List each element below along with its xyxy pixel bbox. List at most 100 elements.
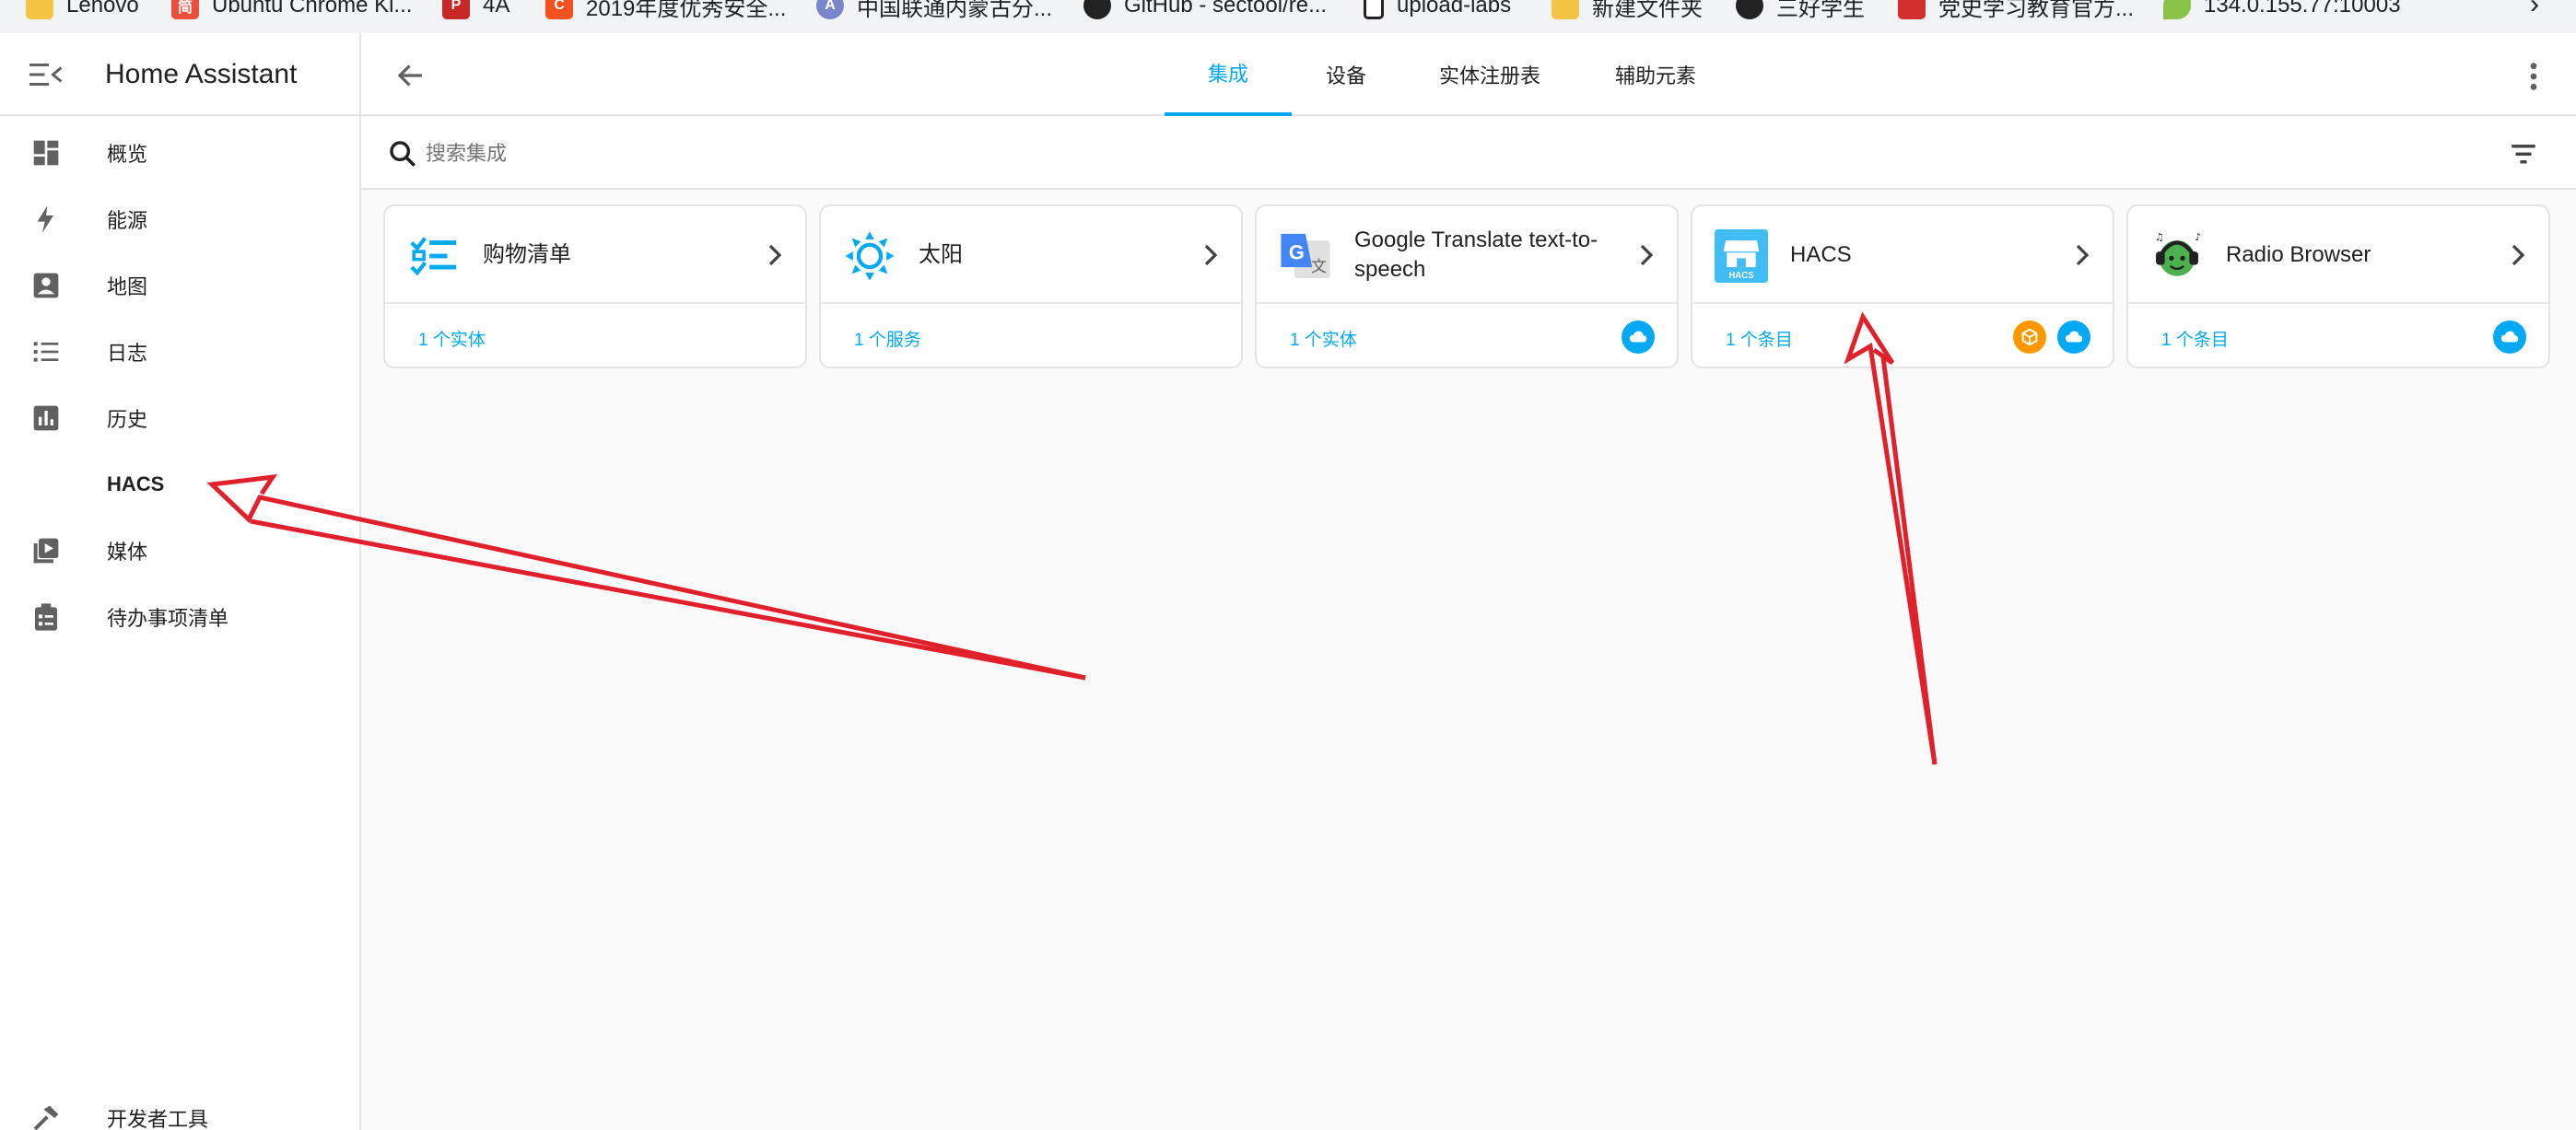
cloud-icon <box>1622 320 1655 354</box>
ubuntu-app-icon: 简 <box>171 0 199 19</box>
card-title: 太阳 <box>919 242 963 267</box>
tab-label: 实体注册表 <box>1438 64 1540 87</box>
cloud-icon <box>2057 320 2090 354</box>
bookmark-github-sectool[interactable]: GitHub - sectool/re... <box>1083 0 1327 23</box>
bookmark-label: Ubuntu Chrome Ki... <box>212 0 413 17</box>
tab-helpers[interactable]: 辅助元素 <box>1577 33 1734 116</box>
bookmark-lenovo[interactable]: Lenovo <box>26 0 139 23</box>
sidebar-item-energy[interactable]: 能源 <box>0 186 359 252</box>
bookmark-unicom[interactable]: A 中国联通内蒙古分... <box>816 0 1052 23</box>
bookmark-upload-labs[interactable]: upload-labs <box>1364 0 1511 23</box>
sidebar-item-hacs[interactable]: HACS <box>0 451 359 518</box>
filter-icon[interactable] <box>2508 138 2539 169</box>
card-header[interactable]: HACS HACS <box>1692 206 2113 304</box>
sidebar-item-map[interactable]: 地图 <box>0 252 359 319</box>
bookmark-2019[interactable]: C 2019年度优秀安全... <box>545 0 786 23</box>
sidebar-item-todo[interactable]: 待办事项清单 <box>0 584 359 650</box>
card-header[interactable]: ♪ ♫ Radio Browser <box>2128 206 2548 304</box>
integration-card-sun[interactable]: 太阳 1 个服务 <box>819 204 1243 368</box>
card-title: Google Translate text-to-speech <box>1354 227 1598 282</box>
custom-component-icon <box>2013 320 2046 354</box>
sidebar-item-overview[interactable]: 概览 <box>0 120 359 186</box>
tab-devices[interactable]: 设备 <box>1295 33 1397 116</box>
github-icon <box>1736 0 1763 19</box>
media-icon <box>33 538 59 564</box>
bookmark-label: upload-labs <box>1397 0 1512 17</box>
card-header[interactable]: 购物清单 <box>385 206 805 304</box>
tab-integrations[interactable]: 集成 <box>1165 33 1292 116</box>
search-input[interactable] <box>426 131 2453 177</box>
svg-text:♫: ♫ <box>2155 231 2164 243</box>
sun-icon <box>845 231 895 281</box>
c-logo-icon: C <box>545 0 573 19</box>
bookmarks-bar: Lenovo 简 Ubuntu Chrome Ki... P 4A C 2019… <box>0 0 2576 33</box>
card-title: Radio Browser <box>2226 242 2371 267</box>
hammer-icon <box>33 1105 59 1130</box>
search-bar <box>361 118 2576 190</box>
chevron-right-icon[interactable] <box>761 241 789 269</box>
integration-card-radio-browser[interactable]: ♪ ♫ Radio Browser 1 个条目 <box>2126 204 2550 368</box>
integration-card-google-translate[interactable]: G 文 Google Translate text-to-speech 1 个实… <box>1255 204 1679 368</box>
checklist-icon <box>410 237 457 276</box>
card-link-entities[interactable]: 1 个实体 <box>418 326 486 351</box>
sidebar-item-logbook[interactable]: 日志 <box>0 319 359 385</box>
sidebar-item-history[interactable]: 历史 <box>0 385 359 451</box>
tab-label: 设备 <box>1325 64 1366 87</box>
back-arrow-icon[interactable] <box>394 59 427 92</box>
google-translate-icon: G 文 <box>1281 233 1330 279</box>
map-icon <box>33 273 59 298</box>
card-header[interactable]: 太阳 <box>821 206 1241 304</box>
bookmark-label: 党史学习教育官方... <box>1938 0 2135 21</box>
bookmark-4a[interactable]: P 4A <box>442 0 509 23</box>
overflow-menu-icon[interactable] <box>2528 61 2539 92</box>
card-title: HACS <box>1790 242 1852 267</box>
chevron-right-icon[interactable] <box>2068 241 2096 269</box>
search-icon <box>390 141 416 168</box>
bookmark-sanhao[interactable]: 三好学生 <box>1736 0 1865 23</box>
hacs-icon: HACS <box>1715 229 1768 283</box>
bookmark-label: 134.0.155.77:10003 <box>2204 0 2401 17</box>
chevron-right-icon[interactable] <box>2504 241 2532 269</box>
sidebar-item-label: 概览 <box>107 143 148 166</box>
bookmark-ubuntu[interactable]: 简 Ubuntu Chrome Ki... <box>171 0 412 23</box>
clipboard-icon <box>35 603 57 631</box>
app-title: Home Assistant <box>105 59 298 89</box>
top-toolbar: 集成 设备 实体注册表 辅助元素 <box>361 33 2576 116</box>
menu-toggle-icon[interactable] <box>29 61 63 88</box>
card-link-entities[interactable]: 1 个实体 <box>1290 326 1357 351</box>
sidebar-item-label: HACS <box>107 472 165 495</box>
integration-card-shopping-list[interactable]: 购物清单 1 个实体 <box>383 204 807 368</box>
bookmark-label: 中国联通内蒙古分... <box>857 0 1053 21</box>
bookmark-ip[interactable]: 134.0.155.77:10003 <box>2163 0 2401 23</box>
leaf-icon <box>2163 0 2191 19</box>
page-icon <box>1364 0 1384 19</box>
bookmarks-more-icon[interactable]: › <box>2530 0 2539 20</box>
sidebar-item-label: 媒体 <box>107 541 148 564</box>
sidebar-item-label: 待办事项清单 <box>107 607 229 630</box>
card-header[interactable]: G 文 Google Translate text-to-speech <box>1257 206 1677 304</box>
tab-label: 辅助元素 <box>1614 64 1696 87</box>
card-link-entries[interactable]: 1 个条目 <box>1726 326 1793 351</box>
integration-card-hacs[interactable]: HACS HACS 1 个条目 <box>1691 204 2114 368</box>
svg-text:HACS: HACS <box>1728 271 1754 281</box>
chevron-right-icon[interactable] <box>1197 241 1224 269</box>
sidebar-item-label: 能源 <box>107 209 148 232</box>
bookmark-label: 4A <box>483 0 510 17</box>
chart-icon <box>33 405 59 431</box>
sidebar-item-developer-tools[interactable]: 开发者工具 <box>0 1085 359 1130</box>
card-link-entries[interactable]: 1 个条目 <box>2161 326 2229 351</box>
bookmark-label: 2019年度优秀安全... <box>586 0 787 21</box>
sidebar-item-media[interactable]: 媒体 <box>0 518 359 584</box>
party-icon <box>1898 0 1926 19</box>
dashboard-icon <box>33 140 59 166</box>
github-icon <box>1083 0 1111 19</box>
annotation-arrow-to-hacs-card <box>1844 311 1938 765</box>
chevron-right-icon[interactable] <box>1633 241 1660 269</box>
bookmark-party[interactable]: 党史学习教育官方... <box>1898 0 2134 23</box>
sidebar-item-label: 日志 <box>107 342 148 365</box>
a-logo-icon: A <box>816 0 844 19</box>
sidebar-item-label: 地图 <box>107 275 148 298</box>
bookmark-new-folder[interactable]: 新建文件夹 <box>1551 0 1703 23</box>
tab-entities[interactable]: 实体注册表 <box>1411 33 1568 116</box>
card-link-services[interactable]: 1 个服务 <box>854 326 921 351</box>
